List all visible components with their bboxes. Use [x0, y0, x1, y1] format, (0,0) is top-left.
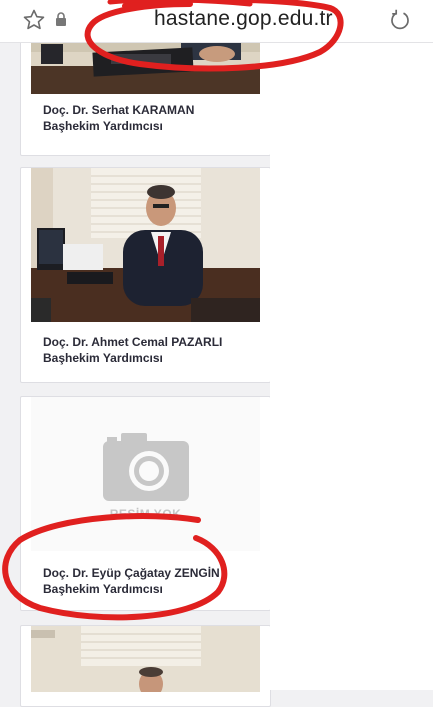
photo-placeholder: RESİM YOK — [31, 397, 260, 551]
staff-card[interactable] — [20, 625, 271, 707]
staff-name: Doç. Dr. Ahmet Cemal PAZARLI — [43, 335, 223, 349]
staff-name: Doç. Dr. Eyüp Çağatay ZENGİN — [43, 566, 220, 580]
address-bar: hastane.gop.edu.tr — [0, 0, 433, 43]
staff-photo — [31, 38, 260, 94]
staff-card[interactable]: Doç. Dr. Serhat KARAMAN Başhekim Yardımc… — [20, 37, 271, 156]
camera-icon — [103, 433, 189, 501]
url-text[interactable]: hastane.gop.edu.tr — [154, 7, 333, 31]
staff-photo — [31, 168, 260, 322]
staff-card[interactable]: RESİM YOK Doç. Dr. Eyüp Çağatay ZENGİN B… — [20, 396, 271, 611]
staff-title: Başhekim Yardımcısı — [43, 582, 163, 596]
staff-card[interactable]: Doç. Dr. Ahmet Cemal PAZARLI Başhekim Ya… — [20, 167, 271, 383]
empty-right-area — [270, 43, 433, 690]
lock-icon — [56, 12, 66, 26]
staff-name: Doç. Dr. Serhat KARAMAN — [43, 103, 195, 117]
staff-list: Doç. Dr. Serhat KARAMAN Başhekim Yardımc… — [10, 37, 271, 707]
staff-title: Başhekim Yardımcısı — [43, 351, 163, 365]
staff-title: Başhekim Yardımcısı — [43, 119, 163, 133]
no-photo-label: RESİM YOK — [109, 507, 182, 521]
star-icon[interactable] — [22, 8, 46, 32]
staff-photo — [31, 626, 260, 692]
reload-icon[interactable] — [388, 8, 412, 32]
